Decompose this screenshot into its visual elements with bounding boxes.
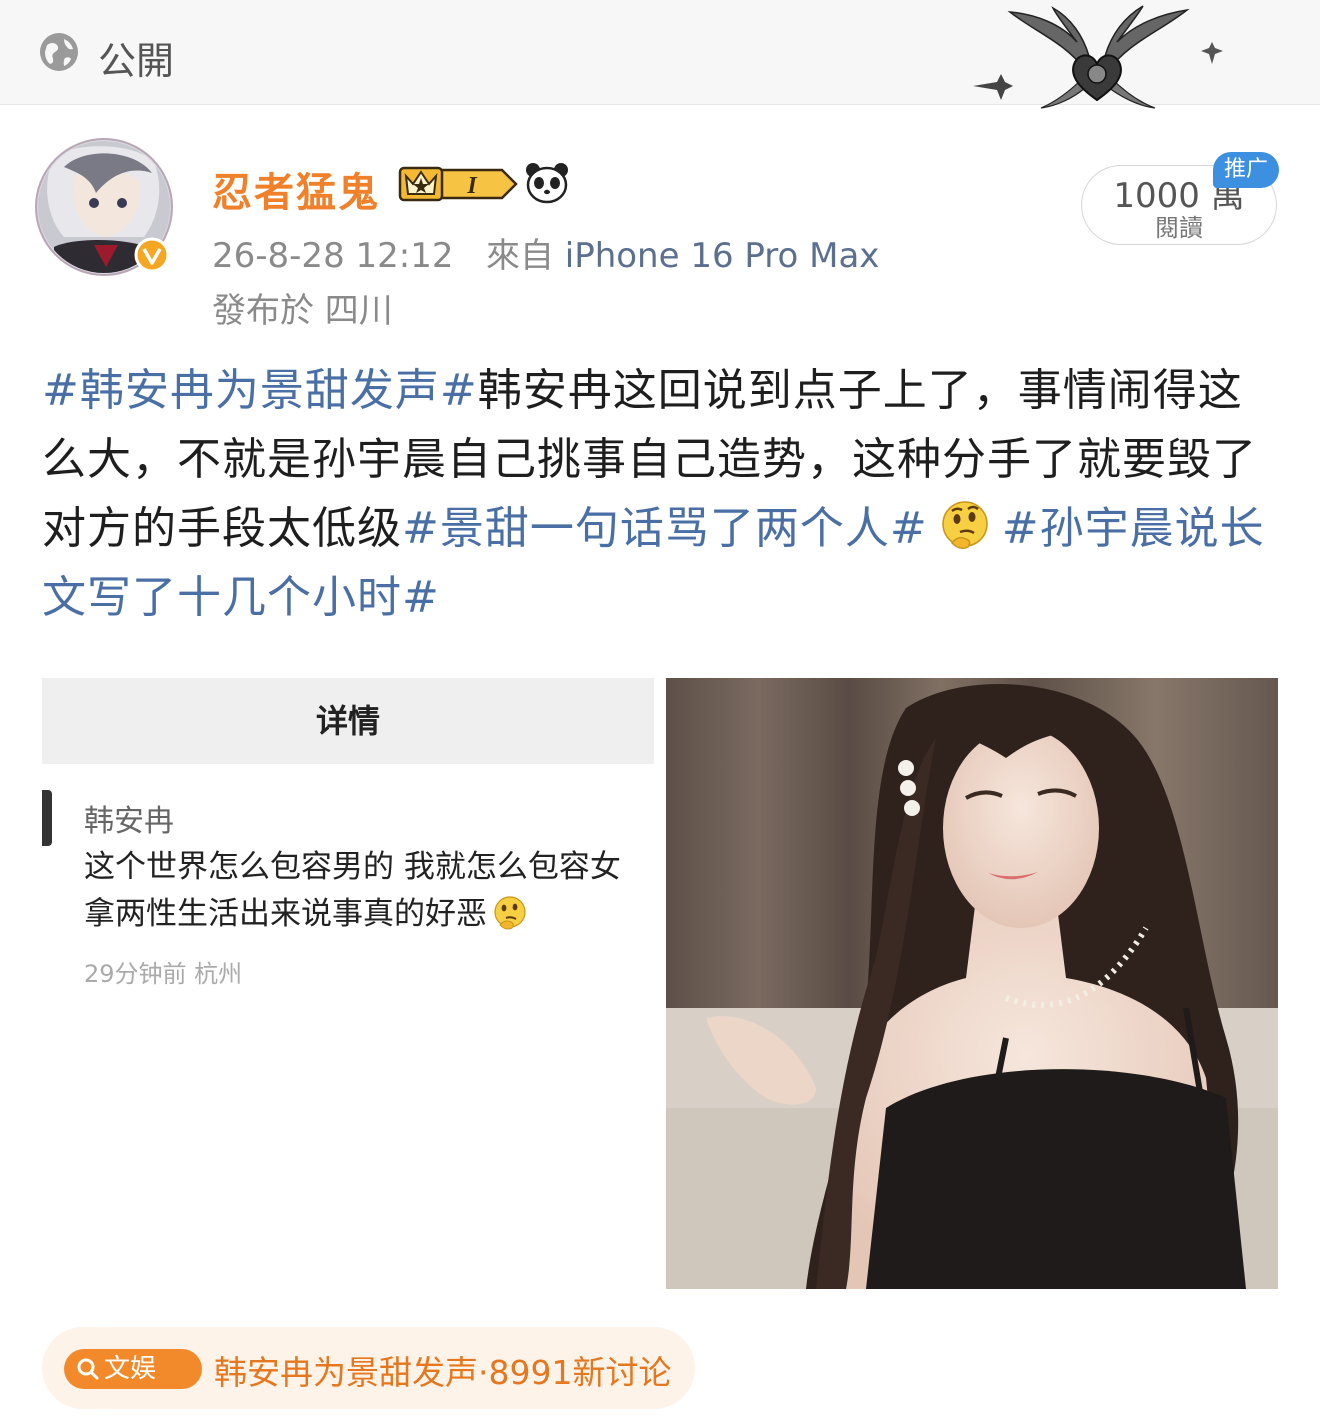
comment-body: 这个世界怎么包容男的 我就怎么包容女 拿两性生活出来说事真的好恶 bbox=[84, 844, 654, 938]
post-image-1[interactable]: 详情 韩安冉 这个世界怎么包容男的 我就怎么包容女 拿两性生活出来说事真的好恶 … bbox=[42, 678, 654, 1289]
avatar[interactable] bbox=[34, 137, 174, 277]
author-name[interactable]: 忍者猛鬼 bbox=[212, 160, 380, 218]
topic-category-badge: 文娱 bbox=[64, 1349, 202, 1389]
search-icon bbox=[77, 1358, 99, 1380]
device-link[interactable]: iPhone 16 Pro Max bbox=[565, 236, 880, 276]
promo-tag: 推广 bbox=[1213, 152, 1279, 188]
level-badge-text: I bbox=[466, 173, 478, 199]
topic-category-label: 文娱 bbox=[104, 1354, 157, 1384]
screenshot-header: 详情 bbox=[42, 678, 654, 764]
post-body: #韩安冉为景甜发声#韩安冉这回说到点子上了，事情闹得这么大，不就是孙宇晨自己挑事… bbox=[42, 356, 1282, 632]
post-location: 發布於 四川 bbox=[212, 291, 393, 331]
visibility-label[interactable]: 公開 bbox=[98, 30, 174, 85]
hashtag-link[interactable]: #景甜一句话骂了两个人# bbox=[402, 503, 928, 554]
hashtag-link[interactable]: #韩安冉为景甜发声# bbox=[42, 365, 478, 416]
globe-icon bbox=[40, 33, 78, 71]
source-prefix: 來自 bbox=[485, 236, 554, 276]
comment-line: 拿两性生活出来说事真的好恶 bbox=[84, 896, 487, 932]
read-count-unit: 閱讀 bbox=[1155, 214, 1203, 242]
thinking-face-emoji-icon bbox=[494, 896, 526, 930]
comment-line-2: 拿两性生活出来说事真的好恶 bbox=[84, 891, 654, 938]
commenter-name: 韩安冉 bbox=[84, 804, 174, 839]
post-timestamp: 26-8-28 12:12 bbox=[212, 236, 454, 276]
vip-crown-badge-icon[interactable]: I bbox=[398, 162, 518, 206]
verified-badge-icon bbox=[134, 237, 170, 273]
comment-meta: 29分钟前 杭州 bbox=[84, 960, 243, 988]
top-bar: 公開 bbox=[0, 0, 1320, 109]
panda-icon bbox=[526, 163, 568, 204]
post-meta: 26-8-28 12:12 來自 iPhone 16 Pro Max bbox=[212, 228, 879, 277]
cropped-avatar-edge bbox=[42, 790, 52, 846]
comment-line: 这个世界怎么包容男的 我就怎么包容女 bbox=[84, 849, 621, 885]
thinking-face-emoji-icon bbox=[941, 501, 988, 550]
post-image-2[interactable] bbox=[666, 678, 1278, 1289]
topic-link[interactable]: 文娱 韩安冉为景甜发声·8991新讨论 bbox=[42, 1327, 695, 1409]
topic-text: 韩安冉为景甜发声·8991新讨论 bbox=[214, 1353, 672, 1392]
heart-wings-ornament-icon bbox=[973, 5, 1223, 109]
